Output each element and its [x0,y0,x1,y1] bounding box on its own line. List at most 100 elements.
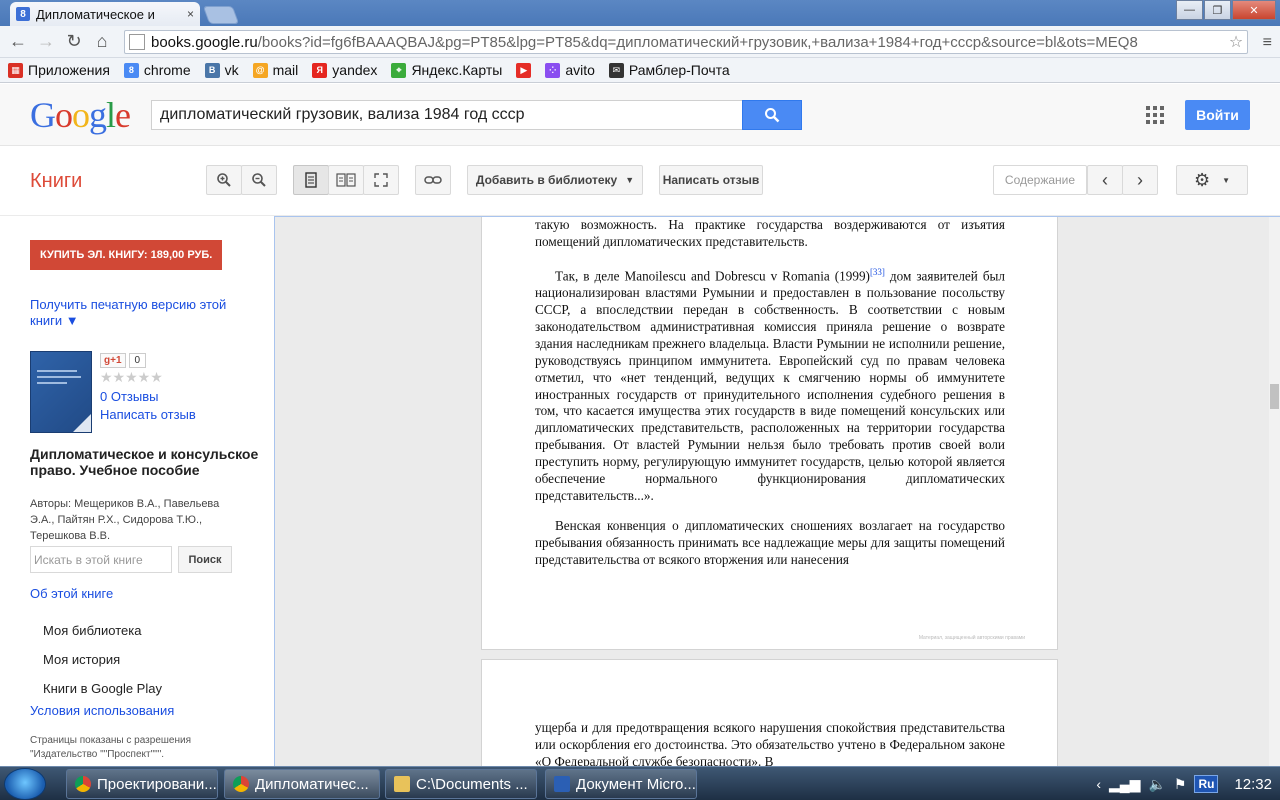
flag-icon[interactable]: ⚑ [1174,776,1187,793]
taskbar-item[interactable]: Проектировани... [66,769,218,799]
my-library-link[interactable]: Моя библиотека [43,623,141,638]
google-icon: 8 [123,62,139,78]
bookmark-item[interactable]: ▶ [516,62,532,78]
contents-button[interactable]: Содержание [993,165,1087,195]
bookmark-label: chrome [143,62,191,78]
taskbar-item[interactable]: Дипломатичес... [224,769,380,799]
zoom-in-button[interactable] [206,165,242,195]
close-window-button[interactable]: ✕ [1232,0,1276,20]
link-icon [424,176,442,184]
gplus-count: 0 [128,353,147,368]
bookmarks-bar: ▦ Приложения 8 chrome Bvk @ mail Яyandex ⌖ Яндекс… [0,58,1280,83]
book-page: такую возможность. На практике государст… [481,217,1058,650]
apps-grid-icon[interactable] [1146,106,1164,124]
link-button[interactable] [415,165,451,195]
bookmark-item[interactable]: Bvk [204,62,239,78]
about-book-link[interactable]: Об этой книге [30,586,113,601]
paragraph: такую возможность. На практике государст… [535,217,1005,249]
single-page-view-button[interactable] [293,165,329,195]
bookmark-item[interactable]: ⁘ avito [545,62,595,78]
reload-icon[interactable]: ↻ [60,31,88,52]
url-text[interactable]: books.google.ru/books?id=fg6fBAAAQBAJ&pg… [151,34,1225,51]
bookmark-item[interactable]: ⌖ Яндекс.Карты [391,62,502,78]
taskbar-item[interactable]: Документ Micro... [545,769,697,799]
maps-icon: ⌖ [391,62,407,78]
book-sidebar: КУПИТЬ ЭЛ. КНИГУ: 189,00 РУБ. Получить п… [0,216,274,766]
bookmark-label: Яндекс.Карты [411,62,503,78]
tray-expand-icon[interactable]: ‹ [1096,776,1101,792]
fullscreen-icon [374,173,388,187]
my-history-link[interactable]: Моя история [43,652,120,667]
youtube-icon: ▶ [516,62,532,78]
paragraph: Венская конвенция о дипломатических снош… [535,517,1005,567]
back-arrow-icon[interactable]: ← [4,31,32,52]
tab-title: Дипломатическое и [36,6,155,22]
add-to-library-button[interactable]: Добавить в библиотеку ▼ [467,165,643,195]
gplus-button[interactable]: g+1 [100,353,126,368]
bookmark-star-icon[interactable]: ☆ [1225,32,1247,52]
zoom-out-button[interactable] [241,165,277,195]
paragraph-start: Так, в деле Manoilescu and Dobrescu v Ro… [555,268,870,284]
google-play-books-link[interactable]: Книги в Google Play [43,681,162,696]
fullscreen-button[interactable] [363,165,399,195]
bookmark-item[interactable]: ▦ Приложения [8,62,110,78]
browser-tab[interactable]: 8 Дипломатическое и × [10,2,200,26]
two-page-view-button[interactable] [328,165,364,195]
chevron-left-icon: ‹ [1102,169,1108,190]
chrome-menu-icon[interactable]: ≡ [1263,34,1272,52]
buy-ebook-button[interactable]: КУПИТЬ ЭЛ. КНИГУ: 189,00 РУБ. [30,240,223,270]
page-text: такую возможность. На практике государст… [535,217,1005,569]
prev-page-button[interactable]: ‹ [1087,165,1123,195]
tab-close-icon[interactable]: × [187,7,194,21]
next-page-button[interactable]: › [1122,165,1158,195]
settings-button[interactable]: ⚙ ▼ [1176,165,1248,195]
google-logo[interactable]: Google [30,94,131,136]
google-header: Google дипломатический грузовик, вализа … [0,84,1280,146]
book-cover-image[interactable] [30,351,92,433]
gplus-widget[interactable]: g+1 0 [100,353,147,368]
taskbar-item[interactable]: C:\Documents ... [385,769,537,799]
bookmark-item[interactable]: 8 chrome [123,62,191,78]
address-bar[interactable]: books.google.ru/books?id=fg6fBAAAQBAJ&pg… [124,30,1248,54]
book-page: ущерба и для предотвращения всякого нару… [481,659,1058,766]
volume-icon[interactable]: 🔈 [1148,776,1165,793]
write-review-button[interactable]: Написать отзыв [659,165,763,195]
network-icon[interactable]: ▂▄▆ [1109,776,1140,793]
url-domain: books.google.ru [151,33,258,51]
start-button[interactable] [4,768,46,800]
footnote-link[interactable]: [33] [870,267,885,277]
forward-arrow-icon[interactable]: → [32,31,60,52]
bookmark-label: Приложения [28,62,110,78]
yandex-icon: Я [312,62,328,78]
write-review-link[interactable]: Написать отзыв [100,407,196,422]
home-icon[interactable]: ⌂ [88,31,116,52]
book-authors: Авторы: Мещериков В.А., Павельева Э.А., … [30,498,220,542]
search-button[interactable] [742,100,802,130]
scrollbar-thumb[interactable] [1270,384,1279,409]
search-in-book-input[interactable]: Искать в этой книге [30,546,172,573]
print-version-link[interactable]: Получить печатную версию этой книги ▼ [30,297,250,329]
bookmark-item[interactable]: ✉ Рамблер-Почта [608,62,730,78]
maximize-button[interactable]: ❐ [1204,0,1231,20]
signin-button[interactable]: Войти [1185,100,1250,130]
books-section-title[interactable]: Книги [30,170,82,193]
system-tray: ‹ ▂▄▆ 🔈 ⚑ Ru 12:32 [1096,767,1280,800]
minimize-button[interactable]: — [1176,0,1203,20]
viewer-scrollbar[interactable] [1269,217,1280,766]
bookmark-item[interactable]: @ mail [252,62,298,78]
taskbar-item-label: Документ Micro... [576,775,696,793]
search-in-book-button[interactable]: Поиск [178,546,232,573]
book-viewer[interactable]: такую возможность. На практике государст… [274,216,1280,766]
new-tab-button[interactable] [202,6,240,24]
folder-icon [394,776,410,792]
terms-link[interactable]: Условия использования [30,703,174,718]
bookmark-item[interactable]: Яyandex [312,62,377,78]
vk-icon: B [204,62,220,78]
word-icon [554,776,570,792]
taskbar-item-label: Дипломатичес... [255,775,369,793]
reviews-link[interactable]: 0 Отзывы [100,389,158,404]
avito-icon: ⁘ [545,62,561,78]
language-indicator[interactable]: Ru [1194,775,1219,793]
google-search-input[interactable]: дипломатический грузовик, вализа 1984 го… [151,100,743,130]
clock[interactable]: 12:32 [1234,776,1272,793]
